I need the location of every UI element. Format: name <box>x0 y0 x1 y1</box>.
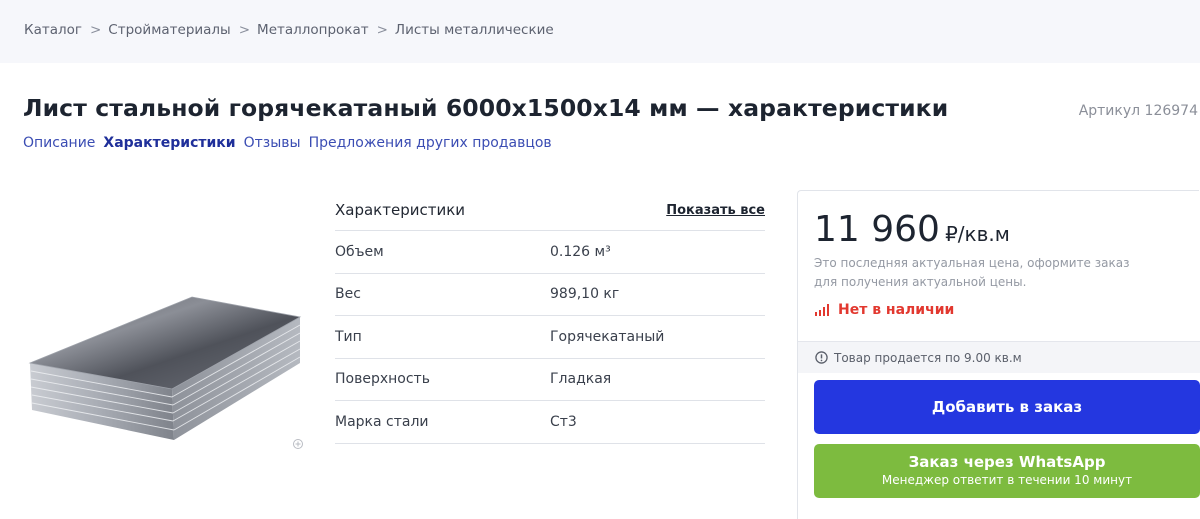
show-all-link[interactable]: Показать все <box>666 203 765 218</box>
spec-name: Объем <box>335 243 384 260</box>
spec-row: Тип Горячекатаный <box>335 316 765 359</box>
price-note: Это последняя актуальная цена, оформите … <box>814 256 1130 289</box>
info-circle-icon <box>815 351 828 364</box>
breadcrumb-item-building-materials[interactable]: Стройматериалы <box>108 22 230 38</box>
spec-name: Поверхность <box>335 371 430 388</box>
specs-table: Характеристики Показать все Объем 0.126 … <box>335 190 765 444</box>
breadcrumb-item-metal-sheets[interactable]: Листы металлические <box>395 22 554 38</box>
spec-value: Ст3 <box>550 413 577 430</box>
signal-bars-icon <box>815 304 829 316</box>
spec-name: Тип <box>335 328 362 345</box>
spec-value: Гладкая <box>550 371 612 388</box>
breadcrumb-item-metal-products[interactable]: Металлопрокат <box>257 22 369 38</box>
whatsapp-order-button[interactable]: Заказ через WhatsApp Менеджер ответит в … <box>814 444 1200 498</box>
stock-status-label: Нет в наличии <box>838 302 955 318</box>
purchase-card: 11 960 ₽/кв.м Это последняя актуальная ц… <box>797 190 1200 519</box>
product-image[interactable] <box>22 285 304 455</box>
spec-name: Вес <box>335 286 361 303</box>
spec-row: Вес 989,10 кг <box>335 274 765 316</box>
specs-title: Характеристики <box>335 201 466 219</box>
product-sku: Артикул 126974 <box>1078 103 1198 119</box>
spec-value: Горячекатаный <box>550 328 665 345</box>
spec-value: 989,10 кг <box>550 286 620 303</box>
specs-header: Характеристики Показать все <box>335 190 765 231</box>
tab-description[interactable]: Описание <box>23 135 95 151</box>
breadcrumb-separator: > <box>376 22 388 38</box>
spec-name: Марка стали <box>335 413 429 430</box>
spec-row: Объем 0.126 м³ <box>335 231 765 274</box>
breadcrumb-item-catalog[interactable]: Каталог <box>24 22 82 38</box>
breadcrumb: Каталог > Стройматериалы > Металлопрокат… <box>24 22 554 38</box>
tab-other-sellers[interactable]: Предложения других продавцов <box>309 135 552 151</box>
add-to-order-button[interactable]: Добавить в заказ <box>814 380 1200 434</box>
zoom-icon[interactable] <box>292 438 304 450</box>
breadcrumb-separator: > <box>89 22 102 38</box>
price: 11 960 ₽/кв.м <box>814 209 1010 250</box>
spec-value: 0.126 м³ <box>550 243 611 260</box>
breadcrumb-separator: > <box>238 22 251 38</box>
spec-row: Поверхность Гладкая <box>335 359 765 401</box>
whatsapp-button-subtitle: Менеджер ответит в течении 10 минут <box>881 473 1133 487</box>
price-value: 11 960 <box>814 209 940 250</box>
sale-unit-note: Товар продается по 9.00 кв.м <box>798 341 1200 373</box>
spec-row: Марка стали Ст3 <box>335 401 765 444</box>
whatsapp-button-title: Заказ через WhatsApp <box>908 453 1106 471</box>
tab-reviews[interactable]: Отзывы <box>244 135 301 151</box>
stock-status: Нет в наличии <box>814 302 954 318</box>
price-unit: ₽/кв.м <box>945 222 1010 246</box>
breadcrumb-bar: Каталог > Стройматериалы > Металлопрокат… <box>0 0 1200 63</box>
sale-unit-label: Товар продается по 9.00 кв.м <box>834 350 1022 365</box>
product-tabs: Описание Характеристики Отзывы Предложен… <box>23 135 552 151</box>
page-title: Лист стальной горячекатаный 6000х1500х14… <box>23 94 949 122</box>
tab-characteristics[interactable]: Характеристики <box>103 135 235 151</box>
